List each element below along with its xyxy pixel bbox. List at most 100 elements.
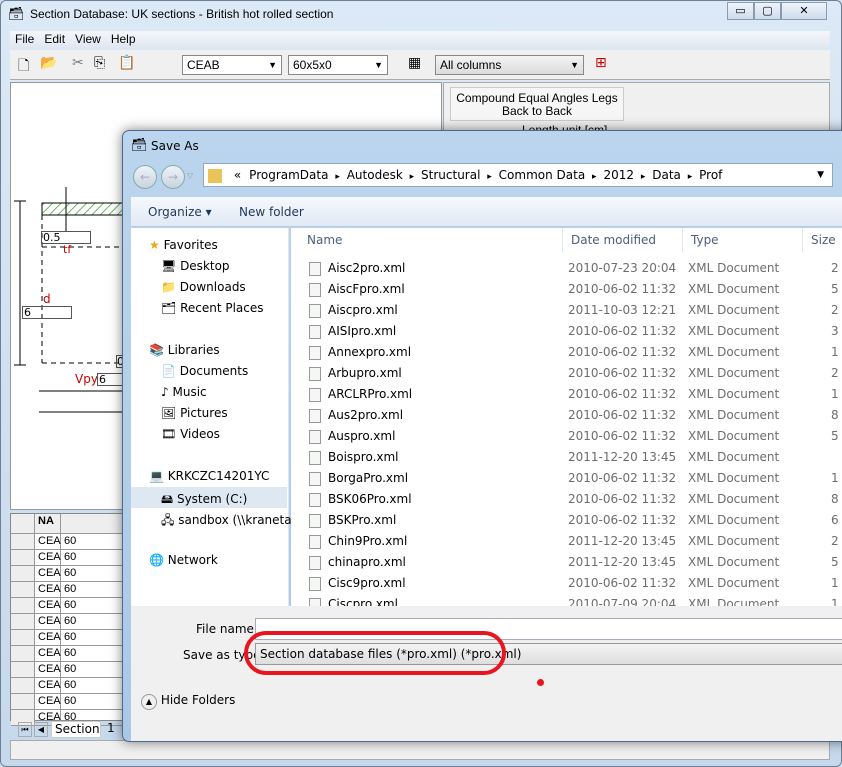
open-icon[interactable]: 📂 [40, 55, 57, 71]
grid-cell[interactable]: CEA [35, 582, 61, 598]
row-header[interactable] [11, 582, 35, 598]
nav-documents[interactable]: 📄 Documents [161, 364, 248, 378]
breadcrumb-separator-icon[interactable]: ▸ [484, 172, 494, 182]
cut-icon[interactable]: ✂ [72, 55, 84, 71]
grid-cell[interactable]: 60 [61, 550, 131, 566]
grid-cell[interactable]: 60 [61, 582, 131, 598]
menu-help[interactable]: Help [106, 31, 141, 47]
file-row[interactable]: Arbupro.xml 2010-06-02 11:32 XML Document 2 [291, 363, 842, 384]
nav-pictures[interactable]: 🖼 Pictures [161, 406, 228, 420]
row-header[interactable] [11, 534, 35, 550]
close-button[interactable]: ✕ [781, 2, 827, 20]
grid-header-na[interactable]: NA [35, 514, 61, 534]
prev-page-icon[interactable]: ◀ [34, 722, 48, 737]
hide-folders-button[interactable]: ▲ Hide Folders [141, 693, 235, 710]
breadcrumb-item[interactable]: « [234, 168, 241, 182]
nav-computer[interactable]: 💻 KRKCZC14201YC [149, 469, 269, 483]
nav-desktop[interactable]: 🖥 Desktop [161, 259, 230, 273]
grid-cell[interactable]: 60 [61, 646, 131, 662]
file-row[interactable]: Cisc9pro.xml 2010-06-02 11:32 XML Document… [291, 573, 842, 594]
file-row[interactable]: BorgaPro.xml 2010-06-02 11:32 XML Document… [291, 468, 842, 489]
nav-system-drive[interactable]: 🖴 System (C:) [131, 487, 287, 508]
grid-cell[interactable]: 60 [61, 678, 131, 694]
first-page-icon[interactable]: ⏮ [18, 722, 32, 737]
breadcrumb-item[interactable]: ProgramData [249, 168, 328, 182]
file-row[interactable]: Ciscpro.xml 2010-07-09 20:04 XML Document 1… [291, 594, 842, 606]
file-row[interactable]: Boispro.xml 2011-12-20 13:45 XML Document [291, 447, 842, 468]
file-row[interactable]: BSK06Pro.xml 2010-06-02 11:32 XML Document… [291, 489, 842, 510]
column-width-icon[interactable]: ⊞ [595, 55, 607, 71]
file-row[interactable]: Auspro.xml 2010-06-02 11:32 XML Document 5 [291, 426, 842, 447]
forward-button[interactable]: → [161, 165, 185, 189]
breadcrumb-item[interactable]: Common Data [499, 168, 586, 182]
paste-icon[interactable]: 📋 [118, 55, 135, 71]
minimize-button[interactable]: ▭ [727, 2, 754, 20]
row-header[interactable] [11, 630, 35, 646]
grid-cell[interactable]: 60 [61, 694, 131, 710]
breadcrumb-item[interactable]: Data [652, 168, 681, 182]
file-row[interactable]: AiscFpro.xml 2010-06-02 11:32 XML Document… [291, 279, 842, 300]
nav-favorites[interactable]: ★ Favorites [149, 238, 218, 252]
grid-cell[interactable]: CEA [35, 662, 61, 678]
file-row[interactable]: BSKPro.xml 2010-06-02 11:32 XML Document 6 [291, 510, 842, 531]
grid-cell[interactable]: 60 [61, 598, 131, 614]
column-type[interactable]: Type [683, 228, 803, 252]
menu-view[interactable]: View [70, 31, 106, 47]
breadcrumb-item[interactable]: Autodesk [347, 168, 403, 182]
grid-cell[interactable]: CEA [35, 598, 61, 614]
file-row[interactable]: Aiscpro.xml 2011-10-03 12:21 XML Document 2… [291, 300, 842, 321]
columns-select[interactable]: All columns ▼ [435, 55, 584, 75]
nav-music[interactable]: ♪ Music [161, 385, 207, 399]
row-header[interactable] [11, 694, 35, 710]
breadcrumb-item[interactable]: Prof [699, 168, 722, 182]
nav-libraries[interactable]: 📚 Libraries [149, 343, 220, 357]
row-header[interactable] [11, 566, 35, 582]
recent-dropdown-icon[interactable]: ▽ [187, 171, 193, 180]
file-row[interactable]: Chin9Pro.xml 2011-12-20 13:45 XML Document… [291, 531, 842, 552]
file-row[interactable]: Aisc2pro.xml 2010-07-23 20:04 XML Document… [291, 258, 842, 279]
file-row[interactable]: Annexpro.xml 2010-06-02 11:32 XML Document… [291, 342, 842, 363]
new-icon[interactable]: 🗋 [18, 55, 29, 79]
tab-section[interactable]: Section [51, 721, 101, 738]
row-header[interactable] [11, 678, 35, 694]
breadcrumb-item[interactable]: 2012 [603, 168, 634, 182]
grid-header[interactable] [61, 514, 131, 534]
row-header[interactable] [11, 598, 35, 614]
grid-cell[interactable]: 60 [61, 534, 131, 550]
breadcrumb-separator-icon[interactable]: ▸ [589, 172, 599, 182]
breadcrumb-separator-icon[interactable]: ▸ [407, 172, 417, 182]
maximize-button[interactable]: ▢ [754, 2, 781, 20]
grid-cell[interactable]: 60 [61, 566, 131, 582]
grid-cell[interactable]: CEA [35, 566, 61, 582]
nav-downloads[interactable]: 📁 Downloads [161, 280, 246, 294]
file-row[interactable]: AISIpro.xml 2010-06-02 11:32 XML Document 3 [291, 321, 842, 342]
nav-sandbox[interactable]: 🖧 sandbox (\\kranetap [161, 511, 299, 532]
row-header[interactable] [11, 646, 35, 662]
address-dropdown-icon[interactable]: ▼ [817, 164, 824, 186]
grid-cell[interactable]: 60 [61, 662, 131, 678]
nav-videos[interactable]: 🎞 Videos [161, 427, 220, 441]
grid-cell[interactable]: 60 [61, 630, 131, 646]
file-row[interactable]: chinapro.xml 2011-12-20 13:45 XML Document… [291, 552, 842, 573]
file-row[interactable]: ARCLRPro.xml 2010-06-02 11:32 XML Document… [291, 384, 842, 405]
grid-cell[interactable]: CEA [35, 550, 61, 566]
menu-edit[interactable]: Edit [39, 31, 70, 47]
address-bar[interactable]: ▼ « ProgramData ▸ Autodesk ▸ Structural ▸… [203, 163, 833, 187]
grid-cell[interactable]: 60 [61, 614, 131, 630]
column-name[interactable]: Name [291, 228, 563, 252]
section-select[interactable]: 60x5x0 ▼ [288, 55, 388, 75]
copy-icon[interactable]: ⎘ [94, 55, 105, 71]
database-select[interactable]: CEAB ▼ [182, 55, 282, 75]
row-header[interactable] [11, 614, 35, 630]
d-field[interactable]: 6 [22, 306, 72, 319]
column-date-modified[interactable]: Date modified [563, 228, 683, 252]
nav-recent-places[interactable]: 🗂 Recent Places [161, 301, 264, 315]
breadcrumb-separator-icon[interactable]: ▸ [638, 172, 648, 182]
column-size[interactable]: Size [803, 228, 842, 252]
back-button[interactable]: ← [133, 165, 157, 189]
grid-cell[interactable]: CEA [35, 646, 61, 662]
organize-button[interactable]: Organize ▾ [148, 197, 212, 227]
breadcrumb-separator-icon[interactable]: ▸ [685, 172, 695, 182]
grid-cell[interactable]: CEA [35, 694, 61, 710]
row-header[interactable] [11, 550, 35, 566]
